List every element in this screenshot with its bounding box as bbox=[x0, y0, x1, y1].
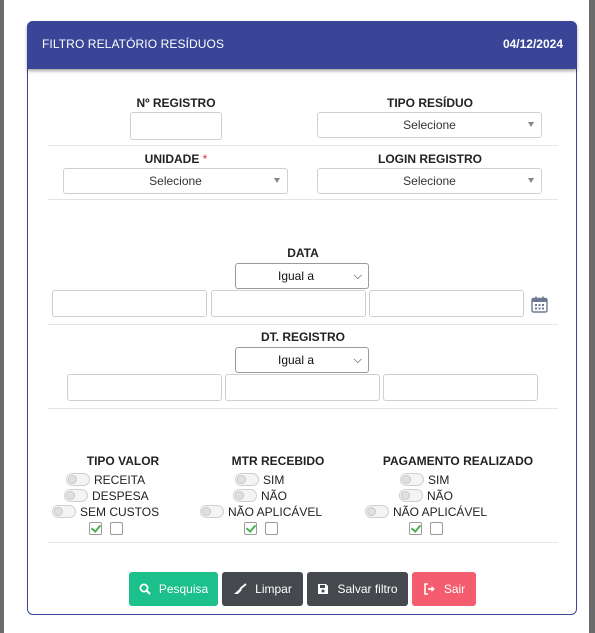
toggle-switch[interactable] bbox=[399, 489, 423, 503]
tipo-valor-label: TIPO VALOR bbox=[86, 454, 160, 468]
toggle-switch[interactable] bbox=[66, 473, 90, 487]
unidade-label-text: UNIDADE bbox=[144, 152, 200, 166]
divider bbox=[48, 199, 558, 200]
toggle-label: SEM CUSTOS bbox=[80, 504, 160, 519]
filter-card: FILTRO RELATÓRIO RESÍDUOS 04/12/2024 Nº … bbox=[27, 21, 577, 615]
toggle-switch[interactable] bbox=[52, 505, 76, 519]
salvar-filtro-button[interactable]: Salvar filtro bbox=[307, 572, 408, 606]
n-registro-input[interactable] bbox=[130, 112, 222, 140]
toggle-sem-custos[interactable]: SEM CUSTOS bbox=[52, 504, 160, 519]
pagamento-realizado-label: PAGAMENTO REALIZADO bbox=[382, 454, 534, 468]
toggle-mtr-nao-aplicavel[interactable]: NÃO APLICÁVEL bbox=[200, 504, 323, 519]
toggle-label: DESPESA bbox=[92, 488, 149, 503]
toggle-pag-sim[interactable]: SIM bbox=[400, 472, 450, 487]
dt-registro-value-3-input[interactable] bbox=[383, 374, 538, 401]
broom-icon bbox=[234, 583, 247, 594]
sign-out-icon bbox=[424, 583, 435, 595]
pesquisa-button[interactable]: Pesquisa bbox=[129, 572, 218, 606]
caret-down-icon bbox=[528, 178, 534, 183]
calendar-icon[interactable] bbox=[531, 296, 548, 318]
divider bbox=[48, 542, 558, 543]
toggle-switch[interactable] bbox=[200, 505, 224, 519]
data-value-2-input[interactable] bbox=[211, 290, 366, 317]
checkbox-unchecked[interactable] bbox=[430, 522, 443, 535]
page-title: FILTRO RELATÓRIO RESÍDUOS bbox=[42, 37, 225, 51]
dt-registro-label: DT. REGISTRO bbox=[260, 330, 345, 344]
toggle-pag-nao[interactable]: NÃO bbox=[399, 488, 454, 503]
toggle-switch[interactable] bbox=[235, 473, 259, 487]
data-value-1-input[interactable] bbox=[52, 290, 207, 317]
dt-registro-operator-select[interactable]: Igual a ⌵ bbox=[235, 347, 369, 373]
caret-down-icon bbox=[528, 122, 534, 127]
chevron-down-icon: ⌵ bbox=[353, 270, 362, 282]
checkbox-checked[interactable] bbox=[244, 522, 257, 535]
toggle-label: NÃO bbox=[261, 488, 288, 503]
login-registro-label: LOGIN REGISTRO bbox=[377, 152, 482, 166]
tipo-residuo-select[interactable]: Selecione bbox=[317, 112, 542, 138]
login-registro-select[interactable]: Selecione bbox=[317, 168, 542, 194]
data-operator-value: Igual a bbox=[278, 269, 315, 283]
toggle-despesa[interactable]: DESPESA bbox=[64, 488, 149, 503]
chevron-down-icon: ⌵ bbox=[353, 354, 362, 366]
caret-down-icon bbox=[274, 178, 280, 183]
login-registro-selected: Selecione bbox=[403, 174, 456, 188]
toggle-switch[interactable] bbox=[400, 473, 424, 487]
checkbox-unchecked[interactable] bbox=[265, 522, 278, 535]
data-operator-select[interactable]: Igual a ⌵ bbox=[235, 263, 369, 289]
toggle-label: RECEITA bbox=[94, 472, 146, 487]
toggle-mtr-sim[interactable]: SIM bbox=[235, 472, 285, 487]
dt-registro-value-2-input[interactable] bbox=[225, 374, 380, 401]
required-marker: * bbox=[202, 152, 208, 166]
unidade-select[interactable]: Selecione bbox=[63, 168, 288, 194]
toggle-switch[interactable] bbox=[365, 505, 389, 519]
divider bbox=[48, 324, 558, 325]
card-header: FILTRO RELATÓRIO RESÍDUOS 04/12/2024 bbox=[27, 21, 577, 69]
toggle-receita[interactable]: RECEITA bbox=[66, 472, 146, 487]
checkbox-checked[interactable] bbox=[89, 522, 102, 535]
toggle-label: NÃO APLICÁVEL bbox=[393, 504, 488, 519]
toggle-switch[interactable] bbox=[64, 489, 88, 503]
dt-registro-operator-value: Igual a bbox=[278, 353, 315, 367]
toggle-label: SIM bbox=[428, 472, 450, 487]
modal-backdrop-panel: FILTRO RELATÓRIO RESÍDUOS 04/12/2024 Nº … bbox=[4, 0, 589, 633]
divider bbox=[48, 145, 558, 146]
toggle-switch[interactable] bbox=[233, 489, 257, 503]
search-icon bbox=[139, 583, 151, 595]
data-value-3-input[interactable] bbox=[369, 290, 524, 317]
toggle-label: NÃO bbox=[427, 488, 454, 503]
n-registro-label: Nº REGISTRO bbox=[136, 96, 216, 110]
checkbox-unchecked[interactable] bbox=[110, 522, 123, 535]
toggle-label: NÃO APLICÁVEL bbox=[228, 504, 323, 519]
tipo-residuo-label: TIPO RESÍDUO bbox=[386, 96, 473, 110]
unidade-selected: Selecione bbox=[149, 174, 202, 188]
toggle-label: SIM bbox=[263, 472, 285, 487]
limpar-label: Limpar bbox=[255, 582, 292, 596]
unidade-label: UNIDADE * bbox=[64, 152, 288, 166]
header-date: 04/12/2024 bbox=[502, 37, 563, 51]
toggle-mtr-nao[interactable]: NÃO bbox=[233, 488, 288, 503]
sair-label: Sair bbox=[443, 582, 466, 596]
data-label: DATA bbox=[287, 246, 319, 260]
limpar-button[interactable]: Limpar bbox=[222, 572, 303, 606]
pesquisa-label: Pesquisa bbox=[158, 582, 209, 596]
divider bbox=[48, 408, 558, 409]
sair-button[interactable]: Sair bbox=[412, 572, 476, 606]
checkbox-checked[interactable] bbox=[409, 522, 422, 535]
dt-registro-value-1-input[interactable] bbox=[67, 374, 222, 401]
toggle-pag-nao-aplicavel[interactable]: NÃO APLICÁVEL bbox=[365, 504, 488, 519]
tipo-residuo-selected: Selecione bbox=[403, 118, 456, 132]
salvar-filtro-label: Salvar filtro bbox=[337, 582, 398, 596]
save-icon bbox=[318, 584, 329, 594]
mtr-recebido-label: MTR RECEBIDO bbox=[231, 454, 325, 468]
